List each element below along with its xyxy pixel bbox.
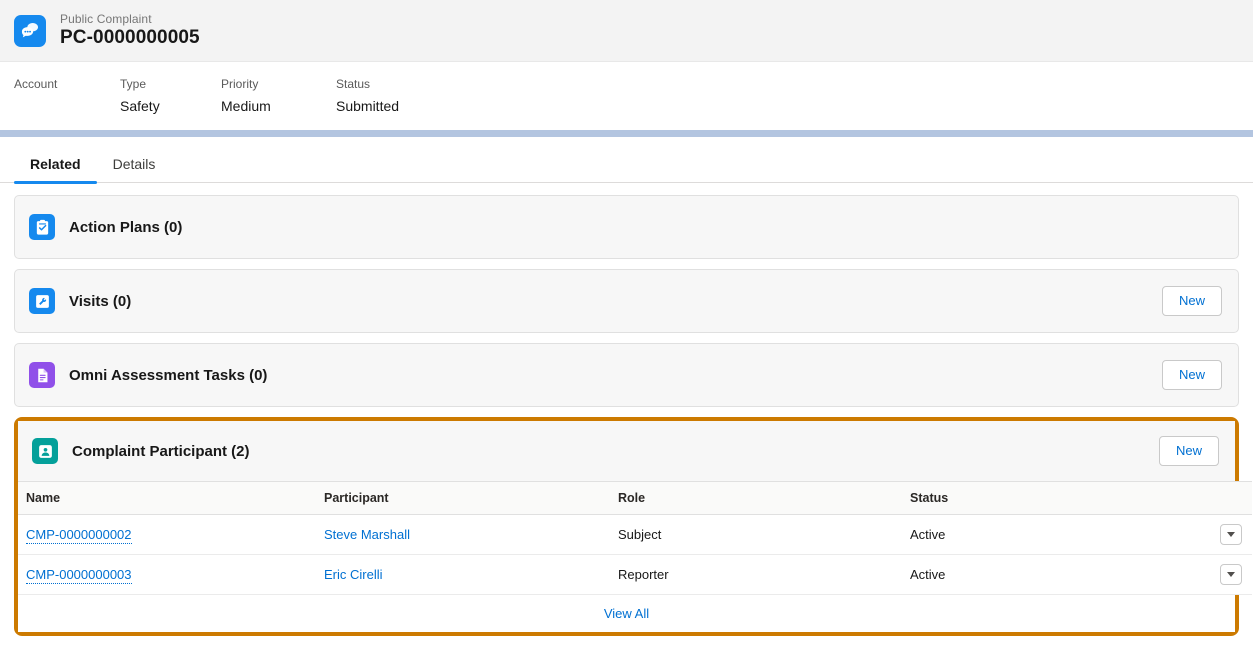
row-actions-button[interactable]: [1220, 524, 1242, 545]
assessment-document-icon: [29, 362, 55, 388]
table-row: CMP-0000000002 Steve Marshall Subject Ac…: [18, 514, 1252, 555]
related-list-title: Visits (0): [69, 292, 132, 310]
field-value-type: Safety: [120, 98, 160, 115]
record-page: Public Complaint PC-0000000005 Account T…: [0, 0, 1253, 657]
related-list-complaint-participant: Complaint Participant (2) New Name Parti…: [14, 417, 1252, 636]
record-header-text: Public Complaint PC-0000000005: [60, 13, 200, 49]
table-header: Name Participant Role Status: [18, 481, 1252, 515]
related-list-header[interactable]: Omni Assessment Tasks (0) New: [15, 344, 1238, 406]
field-label-status: Status: [336, 77, 371, 91]
field-account: Account: [14, 76, 120, 114]
cell-role: Reporter: [610, 554, 902, 595]
participants-table: Name Participant Role Status CMP-0000000…: [18, 481, 1252, 595]
column-header-status[interactable]: Status: [902, 481, 1182, 515]
table-row: CMP-0000000003 Eric Cirelli Reporter Act…: [18, 554, 1252, 595]
column-header-name[interactable]: Name: [18, 481, 316, 515]
view-all-link[interactable]: View All: [604, 606, 649, 621]
tab-details[interactable]: Details: [97, 156, 172, 183]
cell-row-actions: [1182, 554, 1252, 595]
related-list-omni-assessment-tasks: Omni Assessment Tasks (0) New: [14, 343, 1239, 407]
field-label-account: Account: [14, 77, 58, 91]
related-list-title: Complaint Participant (2): [72, 442, 250, 460]
record-tabs: Related Details: [0, 137, 1253, 184]
cell-participant: Eric Cirelli: [316, 554, 610, 595]
table-header-row: Name Participant Role Status: [18, 481, 1252, 515]
record-link-name[interactable]: CMP-0000000003: [26, 567, 132, 584]
related-list-header[interactable]: Complaint Participant (2) New: [18, 421, 1235, 481]
column-header-participant[interactable]: Participant: [316, 481, 610, 515]
cell-status: Active: [902, 554, 1182, 595]
column-header-actions: [1182, 481, 1252, 515]
field-label-priority: Priority: [221, 77, 259, 91]
related-lists-container: Action Plans (0) Visits (0) New Omni Ass…: [0, 183, 1253, 636]
object-type-label: Public Complaint: [60, 11, 152, 26]
field-value-status: Submitted: [336, 98, 400, 115]
table-body: CMP-0000000002 Steve Marshall Subject Ac…: [18, 514, 1252, 595]
record-header: Public Complaint PC-0000000005: [0, 0, 1253, 62]
related-list-header[interactable]: Visits (0) New: [15, 270, 1238, 332]
row-actions-button[interactable]: [1220, 564, 1242, 585]
table-footer: View All: [18, 595, 1235, 632]
chat-bubbles-icon: [14, 14, 46, 47]
field-type: Type Safety: [120, 76, 221, 116]
new-button[interactable]: New: [1159, 436, 1219, 466]
section-divider: [0, 130, 1253, 137]
related-list-title: Omni Assessment Tasks (0): [69, 366, 268, 384]
field-value-priority: Medium: [221, 98, 271, 115]
field-label-type: Type: [120, 77, 147, 91]
new-button[interactable]: New: [1162, 360, 1222, 390]
column-header-role[interactable]: Role: [610, 481, 902, 515]
cell-name: CMP-0000000003: [18, 554, 316, 595]
cell-name: CMP-0000000002: [18, 514, 316, 555]
chevron-down-icon: [1227, 572, 1235, 577]
record-link-participant[interactable]: Eric Cirelli: [324, 567, 383, 582]
page-title: PC-0000000005: [60, 27, 200, 49]
related-list-action-plans: Action Plans (0): [14, 195, 1239, 259]
cell-row-actions: [1182, 514, 1252, 555]
related-list-header[interactable]: Action Plans (0): [15, 196, 1238, 258]
clipboard-check-icon: [29, 214, 55, 240]
visit-tool-icon: [29, 288, 55, 314]
cell-participant: Steve Marshall: [316, 514, 610, 555]
field-value-account: [14, 97, 92, 114]
new-button[interactable]: New: [1162, 286, 1222, 316]
record-link-name[interactable]: CMP-0000000002: [26, 527, 132, 544]
related-list-visits: Visits (0) New: [14, 269, 1239, 333]
participant-badge-icon: [32, 438, 58, 464]
related-list-title: Action Plans (0): [69, 218, 183, 236]
field-priority: Priority Medium: [221, 76, 336, 116]
field-status: Status Submitted: [336, 76, 476, 116]
tab-related[interactable]: Related: [14, 156, 97, 184]
highlights-panel: Account Type Safety Priority Medium Stat…: [0, 62, 1253, 130]
chevron-down-icon: [1227, 532, 1235, 537]
cell-status: Active: [902, 514, 1182, 555]
record-link-participant[interactable]: Steve Marshall: [324, 527, 410, 542]
cell-role: Subject: [610, 514, 902, 555]
